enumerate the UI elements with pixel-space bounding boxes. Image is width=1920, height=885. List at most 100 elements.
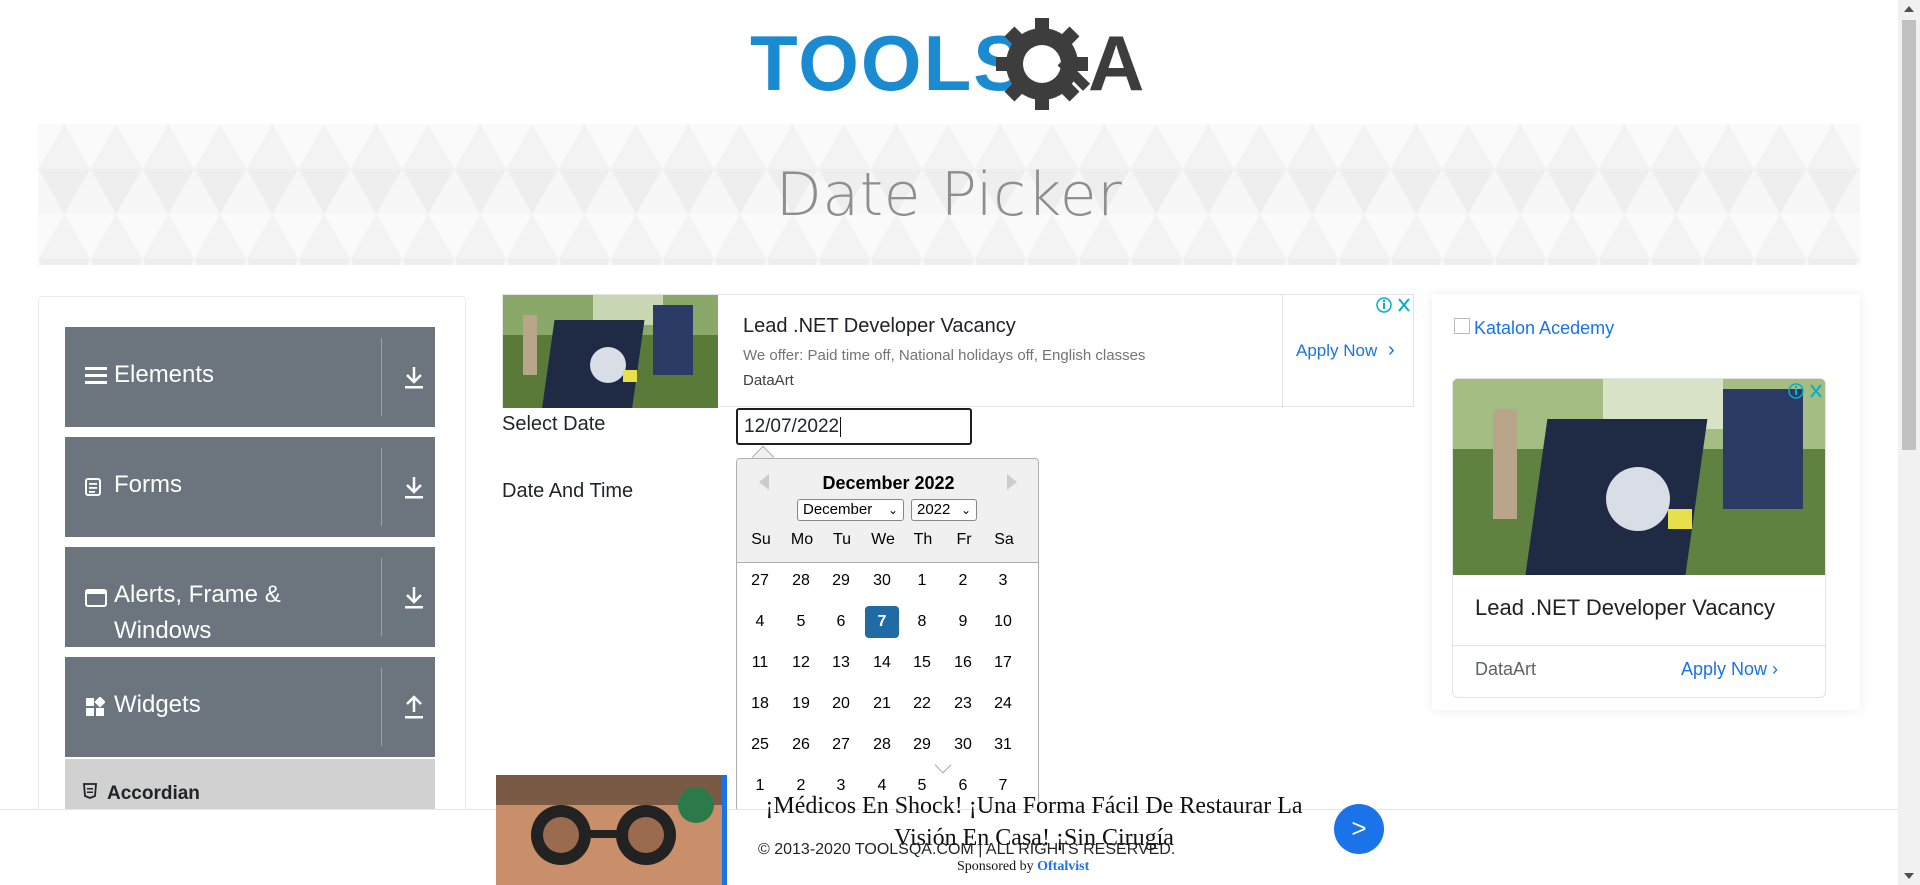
- top-ad[interactable]: Lead .NET Developer Vacancy We offer: Pa…: [502, 294, 1414, 408]
- svg-text:A: A: [1088, 19, 1144, 107]
- bottom-ad-go-button[interactable]: >: [1334, 804, 1384, 854]
- ad-description: We offer: Paid time off, National holida…: [743, 347, 1146, 364]
- calendar-day[interactable]: 14: [865, 647, 899, 679]
- divider: [1453, 645, 1825, 646]
- divider: [381, 338, 382, 416]
- calendar-day[interactable]: 29: [905, 729, 939, 761]
- calendar-day[interactable]: 18: [743, 688, 777, 720]
- scroll-down-arrow-icon[interactable]: [1904, 873, 1914, 879]
- divider: [381, 448, 382, 526]
- sponsored-prefix: Sponsored by: [957, 859, 1038, 874]
- calendar-day[interactable]: 2: [946, 565, 980, 597]
- bottom-ad-accent: [722, 775, 727, 885]
- calendar-day[interactable]: 12: [784, 647, 818, 679]
- weekday-header: Tu: [832, 531, 852, 548]
- calendar-day[interactable]: 6: [824, 606, 858, 638]
- calendar-day[interactable]: 28: [865, 729, 899, 761]
- apply-now-button[interactable]: Apply Now ›: [1681, 659, 1778, 680]
- adchoices-icon[interactable]: [1787, 381, 1825, 401]
- toolsqa-logo[interactable]: TOOLS A: [750, 18, 1155, 113]
- calendar-day[interactable]: 11: [743, 647, 777, 679]
- month-select[interactable]: December ⌄: [797, 499, 904, 521]
- calendar-day[interactable]: 23: [946, 688, 980, 720]
- calendar-day[interactable]: 28: [784, 565, 818, 597]
- right-ad-card[interactable]: Lead .NET Developer Vacancy DataArt Appl…: [1452, 378, 1826, 698]
- calendar-day[interactable]: 1: [905, 565, 939, 597]
- calendar-day[interactable]: 10: [986, 606, 1020, 638]
- apply-now-button[interactable]: Apply Now: [1296, 341, 1377, 361]
- weekday-header: Su: [751, 531, 771, 548]
- calendar-day[interactable]: 27: [824, 729, 858, 761]
- weekday-header: We: [871, 531, 895, 548]
- sidebar-group-label: Forms: [114, 471, 182, 498]
- calendar-day[interactable]: 24: [986, 688, 1020, 720]
- sponsored-text: Sponsored by Oftalvist: [957, 859, 1089, 875]
- select-date-input[interactable]: 12/07/2022: [736, 408, 972, 445]
- calendar-day[interactable]: 20: [824, 688, 858, 720]
- calendar-day[interactable]: 30: [865, 565, 899, 597]
- sponsor-link[interactable]: Oftalvist: [1037, 859, 1089, 874]
- chevron-down-icon: ⌄: [887, 503, 898, 517]
- download-arrow-icon[interactable]: [403, 363, 425, 391]
- katalon-academy-link[interactable]: Katalon Acedemy: [1474, 318, 1614, 339]
- sidebar-group-alerts-frame-windows[interactable]: Alerts, Frame & Windows: [65, 547, 435, 647]
- ad-title: Lead .NET Developer Vacancy: [1475, 595, 1776, 620]
- sidebar-item-label: Accordian: [107, 783, 200, 804]
- calendar-day[interactable]: 13: [824, 647, 858, 679]
- calendar-day[interactable]: 31: [986, 729, 1020, 761]
- sidebar-group-forms[interactable]: Forms: [65, 437, 435, 537]
- weekday-header: Sa: [994, 531, 1014, 548]
- select-date-label: Select Date: [502, 413, 606, 435]
- weekday-header: Fr: [956, 531, 972, 548]
- year-select[interactable]: 2022 ⌄: [911, 499, 977, 521]
- window-icon: [85, 589, 107, 607]
- chevron-right-icon: ›: [1388, 339, 1395, 361]
- text-caret: [840, 416, 842, 437]
- ad-brand: DataArt: [1475, 659, 1537, 679]
- adchoices-icon[interactable]: [1375, 295, 1413, 315]
- calendar-day[interactable]: 17: [986, 647, 1020, 679]
- calendar-day[interactable]: 5: [784, 606, 818, 638]
- scroll-up-arrow-icon[interactable]: [1904, 6, 1914, 12]
- ad-image: [1453, 379, 1825, 575]
- calendar-day[interactable]: 4: [743, 606, 777, 638]
- calendar-day[interactable]: 27: [743, 565, 777, 597]
- weekday-header: Th: [913, 531, 933, 548]
- calendar-day[interactable]: 22: [905, 688, 939, 720]
- calendar-day[interactable]: 3: [986, 565, 1020, 597]
- divider: [1282, 295, 1283, 408]
- calendar-day[interactable]: 16: [946, 647, 980, 679]
- download-arrow-icon[interactable]: [403, 583, 425, 611]
- broken-image-icon: [1454, 318, 1470, 334]
- calendar-day[interactable]: 19: [784, 688, 818, 720]
- calendar-day[interactable]: 21: [865, 688, 899, 720]
- download-arrow-icon[interactable]: [403, 473, 425, 501]
- bottom-ad-image[interactable]: [496, 775, 724, 885]
- date-and-time-label: Date And Time: [502, 480, 634, 502]
- calendar-day[interactable]: 25: [743, 729, 777, 761]
- ad-image: [503, 295, 718, 408]
- sidebar-group-elements[interactable]: Elements: [65, 327, 435, 427]
- calendar-day[interactable]: 26: [784, 729, 818, 761]
- select-date-value: 12/07/2022: [744, 416, 840, 437]
- sidebar-group-widgets[interactable]: Widgets: [65, 657, 435, 757]
- svg-text:TOOLS: TOOLS: [750, 19, 1027, 107]
- sidebar-group-label: Widgets: [114, 691, 201, 718]
- hamburger-icon: [85, 367, 107, 384]
- year-select-value: 2022: [917, 501, 951, 518]
- calendar-day[interactable]: 30: [946, 729, 980, 761]
- calendar-day[interactable]: 29: [824, 565, 858, 597]
- calendar-day[interactable]: 8: [905, 606, 939, 638]
- next-month-button[interactable]: [1007, 474, 1017, 490]
- page-scrollbar[interactable]: [1898, 0, 1920, 885]
- ad-brand: DataArt: [743, 372, 794, 389]
- calendar-day[interactable]: 7: [865, 606, 899, 638]
- page-banner: Date Picker: [38, 124, 1860, 265]
- page-title: Date Picker: [775, 160, 1123, 230]
- calendar-day[interactable]: 15: [905, 647, 939, 679]
- ad-title: Lead .NET Developer Vacancy: [743, 315, 1016, 337]
- scrollbar-thumb[interactable]: [1902, 20, 1916, 450]
- calendar-day[interactable]: 9: [946, 606, 980, 638]
- html5-icon: [83, 783, 97, 799]
- upload-arrow-icon[interactable]: [403, 693, 425, 721]
